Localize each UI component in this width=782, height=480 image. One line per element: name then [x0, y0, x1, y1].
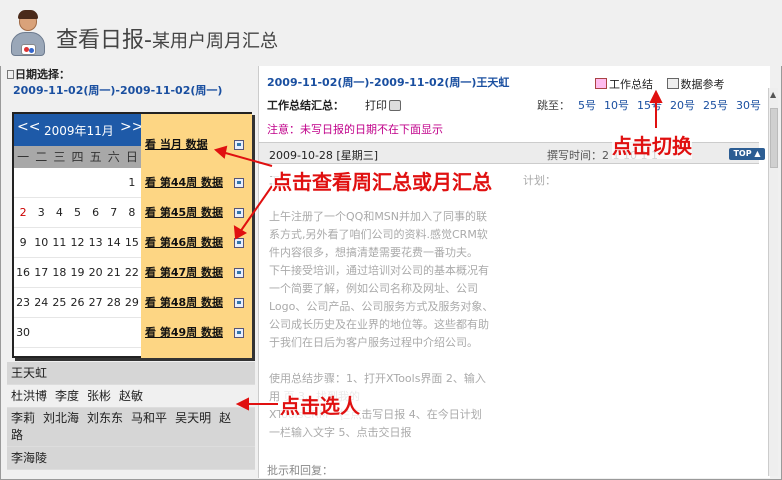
annotation-switch: 点击切换: [612, 130, 692, 159]
annotation-select-person: 点击选人: [280, 390, 360, 419]
annotation-week-month: 点击查看周汇总或月汇总: [272, 166, 492, 195]
annotation-arrows: [213, 89, 663, 411]
